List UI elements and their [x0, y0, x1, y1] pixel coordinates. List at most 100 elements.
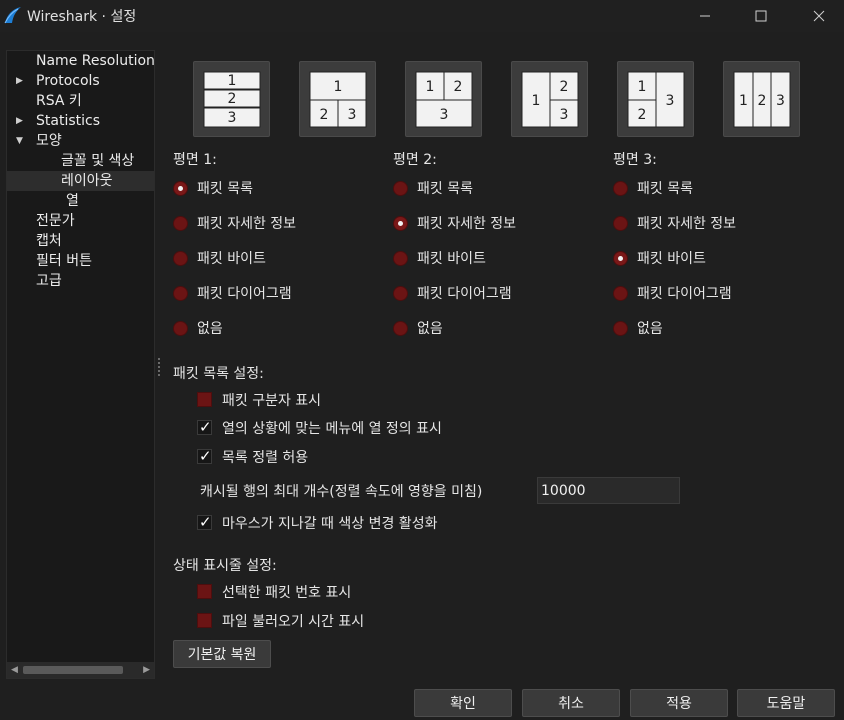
- radio-label: 패킷 목록: [637, 181, 693, 197]
- help-button[interactable]: 도움말: [737, 689, 835, 717]
- checkbox-box[interactable]: [197, 392, 212, 407]
- radio-button[interactable]: [393, 181, 408, 196]
- tree-item-columns[interactable]: 열: [7, 191, 154, 211]
- radio-label: 패킷 다이어그램: [417, 286, 512, 302]
- checkbox-box[interactable]: [197, 584, 212, 599]
- checkbox-box[interactable]: [197, 613, 212, 628]
- maximize-button[interactable]: [738, 0, 784, 32]
- svg-text:1: 1: [228, 73, 237, 89]
- radio-label: 패킷 바이트: [637, 251, 706, 267]
- tree-item-capture[interactable]: 캡처: [7, 231, 154, 251]
- svg-text:2: 2: [320, 107, 329, 123]
- cached-rows-input[interactable]: [537, 477, 680, 504]
- radio-label: 패킷 바이트: [197, 251, 266, 267]
- pane-1-label: 평면 1:: [173, 152, 217, 168]
- window-title: Wireshark · 설정: [27, 9, 137, 25]
- radio-button[interactable]: [393, 216, 408, 231]
- apply-button[interactable]: 적용: [630, 689, 728, 717]
- tree-item-appearance[interactable]: ▼ 모양: [7, 131, 154, 151]
- checkbox-box[interactable]: [197, 513, 212, 531]
- layout-button-split-left-right[interactable]: 1 2 3: [617, 61, 694, 137]
- layout-stacked-three-icon: 1 2 3: [203, 71, 261, 128]
- layout-split-left-right-icon: 1 2 3: [627, 71, 685, 128]
- layout-button-top-split-bottom[interactable]: 1 2 3: [405, 61, 482, 137]
- svg-text:1: 1: [739, 93, 748, 109]
- radio-button[interactable]: [393, 321, 408, 336]
- layout-button-three-columns[interactable]: 1 2 3: [723, 61, 800, 137]
- restore-defaults-button[interactable]: 기본값 복원: [173, 640, 271, 668]
- tree-item-advanced[interactable]: 고급: [7, 271, 154, 291]
- wireshark-fin-icon: [4, 7, 21, 24]
- radio-label: 패킷 목록: [417, 181, 473, 197]
- ok-button[interactable]: 확인: [414, 689, 512, 717]
- packet-list-settings-title: 패킷 목록 설정:: [173, 366, 264, 382]
- layout-top-bottom-split-icon: 1 2 3: [309, 71, 367, 128]
- svg-text:1: 1: [532, 93, 541, 109]
- close-icon: [813, 10, 825, 22]
- radio-label: 없음: [417, 321, 443, 337]
- preferences-tree[interactable]: Name Resolution ▶ Protocols RSA 키 ▶ Statis…: [6, 50, 155, 679]
- tree-item-layout[interactable]: 레이아웃: [7, 171, 154, 191]
- tree-item-font-colors[interactable]: 글꼴 및 색상: [7, 151, 154, 171]
- layout-button-stacked-three[interactable]: 1 2 3: [193, 61, 270, 137]
- radio-button[interactable]: [173, 321, 188, 336]
- radio-button[interactable]: [393, 251, 408, 266]
- checkbox-box[interactable]: [197, 447, 212, 465]
- scroll-right-icon[interactable]: ▶: [143, 665, 150, 675]
- layout-top-split-bottom-icon: 1 2 3: [415, 71, 473, 128]
- close-button[interactable]: [796, 0, 842, 32]
- scroll-left-icon[interactable]: ◀: [11, 665, 18, 675]
- layout-button-left-right-split[interactable]: 1 2 3: [511, 61, 588, 137]
- radio-label: 패킷 다이어그램: [637, 286, 732, 302]
- svg-text:3: 3: [228, 110, 237, 126]
- layout-left-right-split-icon: 1 2 3: [521, 71, 579, 128]
- radio-button[interactable]: [613, 286, 628, 301]
- radio-label: 패킷 자세한 정보: [417, 216, 517, 232]
- svg-text:2: 2: [228, 91, 237, 107]
- svg-text:3: 3: [666, 93, 675, 109]
- checkbox-box[interactable]: [197, 418, 212, 436]
- svg-text:2: 2: [638, 107, 647, 123]
- radio-label: 패킷 바이트: [417, 251, 486, 267]
- pane-3-label: 평면 3:: [613, 152, 657, 168]
- tree-item-expert[interactable]: 전문가: [7, 211, 154, 231]
- radio-button[interactable]: [173, 251, 188, 266]
- expand-arrow-icon[interactable]: ▶: [16, 111, 23, 131]
- radio-button[interactable]: [173, 181, 188, 196]
- radio-label: 없음: [637, 321, 663, 337]
- tree-item-filter-buttons[interactable]: 필터 버튼: [7, 251, 154, 271]
- radio-button[interactable]: [173, 286, 188, 301]
- cached-rows-label: 캐시될 행의 최대 개수(정렬 속도에 영향을 미침): [200, 484, 483, 500]
- svg-text:2: 2: [560, 79, 569, 95]
- layout-three-columns-icon: 1 2 3: [733, 71, 791, 128]
- radio-button[interactable]: [173, 216, 188, 231]
- svg-text:1: 1: [334, 79, 343, 95]
- tree-item-name-resolution[interactable]: Name Resolution: [7, 51, 154, 71]
- title-bar: Wireshark · 설정: [0, 0, 844, 32]
- svg-text:2: 2: [454, 79, 463, 95]
- svg-text:3: 3: [776, 93, 785, 109]
- cancel-button[interactable]: 취소: [522, 689, 620, 717]
- layout-button-top-bottom-split[interactable]: 1 2 3: [299, 61, 376, 137]
- expand-arrow-icon[interactable]: ▶: [16, 71, 23, 91]
- tree-item-rsa-keys[interactable]: RSA 키: [7, 91, 154, 111]
- radio-label: 패킷 다이어그램: [197, 286, 292, 302]
- radio-button[interactable]: [613, 321, 628, 336]
- scrollbar-thumb[interactable]: [23, 666, 123, 674]
- pane-2-label: 평면 2:: [393, 152, 437, 168]
- svg-text:1: 1: [426, 79, 435, 95]
- radio-button[interactable]: [613, 181, 628, 196]
- svg-text:3: 3: [348, 107, 357, 123]
- radio-button[interactable]: [393, 286, 408, 301]
- minimize-icon: [700, 15, 710, 17]
- horizontal-scrollbar[interactable]: ◀ ▶: [7, 662, 154, 678]
- radio-button[interactable]: [613, 251, 628, 266]
- radio-label: 패킷 자세한 정보: [197, 216, 297, 232]
- radio-button[interactable]: [613, 216, 628, 231]
- tree-item-statistics[interactable]: ▶ Statistics: [7, 111, 154, 131]
- splitter-handle[interactable]: [157, 356, 161, 378]
- radio-label: 패킷 목록: [197, 181, 253, 197]
- tree-item-protocols[interactable]: ▶ Protocols: [7, 71, 154, 91]
- minimize-button[interactable]: [682, 0, 728, 32]
- collapse-arrow-icon[interactable]: ▼: [16, 131, 23, 151]
